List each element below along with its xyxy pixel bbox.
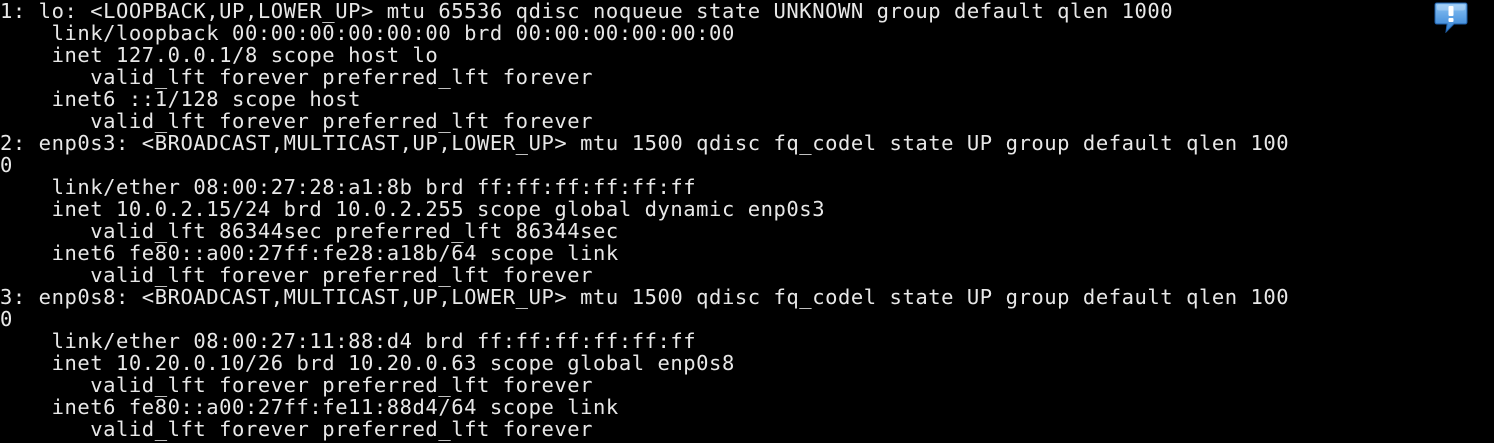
terminal-line: valid_lft 86344sec preferred_lft 86344se… — [0, 219, 619, 243]
terminal-line: 0 — [0, 153, 13, 177]
terminal-line: link/ether 08:00:27:28:a1:8b brd ff:ff:f… — [0, 175, 697, 199]
terminal-line: inet6 fe80::a00:27ff:fe28:a18b/64 scope … — [0, 241, 619, 265]
terminal-line: inet6 fe80::a00:27ff:fe11:88d4/64 scope … — [0, 395, 619, 419]
terminal-line: inet 127.0.0.1/8 scope host lo — [0, 43, 439, 67]
notification-speech-bubble-icon[interactable] — [1434, 1, 1468, 34]
terminal-line: valid_lft forever preferred_lft forever — [0, 65, 594, 89]
terminal-line: link/ether 08:00:27:11:88:d4 brd ff:ff:f… — [0, 329, 697, 353]
terminal-line: inet6 ::1/128 scope host — [0, 87, 361, 111]
terminal-line: 1: lo: <LOOPBACK,UP,LOWER_UP> mtu 65536 … — [0, 0, 1174, 23]
notification-bubble-graphic — [1434, 2, 1468, 34]
terminal-line: 0 — [0, 307, 13, 331]
terminal-line: 2: enp0s3: <BROADCAST,MULTICAST,UP,LOWER… — [0, 131, 1290, 155]
terminal-line: valid_lft forever preferred_lft forever — [0, 263, 594, 287]
terminal-line: inet 10.20.0.10/26 brd 10.20.0.63 scope … — [0, 351, 735, 375]
terminal-line: valid_lft forever preferred_lft forever — [0, 417, 594, 441]
terminal-line: valid_lft forever preferred_lft forever — [0, 109, 594, 133]
terminal-line: 3: enp0s8: <BROADCAST,MULTICAST,UP,LOWER… — [0, 285, 1290, 309]
terminal-console[interactable]: 1: lo: <LOOPBACK,UP,LOWER_UP> mtu 65536 … — [0, 0, 1494, 443]
terminal-line: link/loopback 00:00:00:00:00:00 brd 00:0… — [0, 21, 735, 45]
terminal-line: valid_lft forever preferred_lft forever — [0, 373, 594, 397]
terminal-line: inet 10.0.2.15/24 brd 10.0.2.255 scope g… — [0, 197, 826, 221]
